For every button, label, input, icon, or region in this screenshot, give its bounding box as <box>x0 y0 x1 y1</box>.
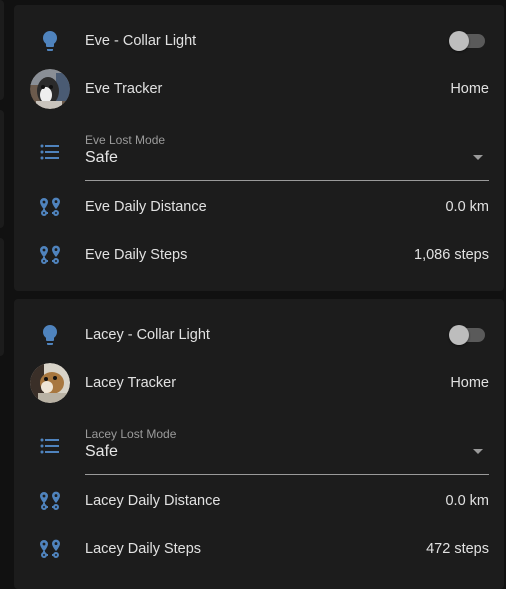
eve-lost-mode-value: Safe <box>85 149 118 166</box>
toggle-knob <box>449 31 469 51</box>
eve-entities-card: Eve - Collar Light Eve Tracker Home Eve … <box>14 5 504 291</box>
eve-daily-distance-row[interactable]: Eve Daily Distance 0.0 km <box>14 183 504 231</box>
eve-collar-light-toggle[interactable] <box>449 31 485 51</box>
eve-collar-light-row[interactable]: Eve - Collar Light <box>14 17 504 65</box>
map-marker-path-icon <box>30 235 70 275</box>
eve-avatar <box>30 69 70 109</box>
chevron-down-icon <box>473 449 483 454</box>
map-marker-path-icon <box>30 187 70 227</box>
lacey-lost-mode-row: Lacey Lost Mode Safe <box>14 417 504 475</box>
select-underline <box>85 180 489 181</box>
toggle-knob <box>449 325 469 345</box>
list-icon <box>30 426 70 466</box>
eve-daily-distance-label: Eve Daily Distance <box>85 199 207 215</box>
left-column-card <box>0 110 4 228</box>
eve-daily-steps-value: 1,086 steps <box>414 247 489 263</box>
chevron-down-icon <box>473 155 483 160</box>
lacey-daily-distance-label: Lacey Daily Distance <box>85 493 221 509</box>
list-icon <box>30 132 70 172</box>
lacey-collar-light-label: Lacey - Collar Light <box>85 327 210 343</box>
lacey-tracker-state: Home <box>450 375 489 391</box>
select-underline <box>85 474 489 475</box>
eve-daily-distance-value: 0.0 km <box>445 199 489 215</box>
lacey-entities-card: Lacey - Collar Light Lacey Tracker Home … <box>14 299 504 589</box>
lacey-avatar <box>30 363 70 403</box>
lacey-daily-steps-value: 472 steps <box>426 541 489 557</box>
lightbulb-icon <box>30 21 70 61</box>
left-column-card <box>0 238 4 356</box>
lacey-daily-steps-label: Lacey Daily Steps <box>85 541 202 557</box>
lacey-daily-distance-value: 0.0 km <box>445 493 489 509</box>
eve-daily-steps-label: Eve Daily Steps <box>85 247 188 263</box>
lacey-tracker-row[interactable]: Lacey Tracker Home <box>14 359 504 407</box>
map-marker-path-icon <box>30 481 70 521</box>
eve-tracker-label: Eve Tracker <box>85 81 163 97</box>
eve-daily-steps-row[interactable]: Eve Daily Steps 1,086 steps <box>14 231 504 279</box>
lacey-daily-distance-row[interactable]: Lacey Daily Distance 0.0 km <box>14 477 504 525</box>
eve-collar-light-label: Eve - Collar Light <box>85 33 197 49</box>
lacey-tracker-label: Lacey Tracker <box>85 375 177 391</box>
lacey-lost-mode-caption: Lacey Lost Mode <box>85 427 177 441</box>
lacey-daily-steps-row[interactable]: Lacey Daily Steps 472 steps <box>14 525 504 573</box>
lightbulb-icon <box>30 315 70 355</box>
eve-tracker-state: Home <box>450 81 489 97</box>
eve-lost-mode-caption: Eve Lost Mode <box>85 133 166 147</box>
eve-lost-mode-row: Eve Lost Mode Safe <box>14 123 504 181</box>
left-column-card <box>0 0 4 100</box>
eve-lost-mode-select[interactable]: Eve Lost Mode Safe <box>85 123 489 181</box>
eve-tracker-row[interactable]: Eve Tracker Home <box>14 65 504 113</box>
lacey-lost-mode-select[interactable]: Lacey Lost Mode Safe <box>85 417 489 475</box>
lacey-collar-light-row[interactable]: Lacey - Collar Light <box>14 311 504 359</box>
lacey-lost-mode-value: Safe <box>85 443 118 460</box>
lacey-collar-light-toggle[interactable] <box>449 325 485 345</box>
map-marker-path-icon <box>30 529 70 569</box>
